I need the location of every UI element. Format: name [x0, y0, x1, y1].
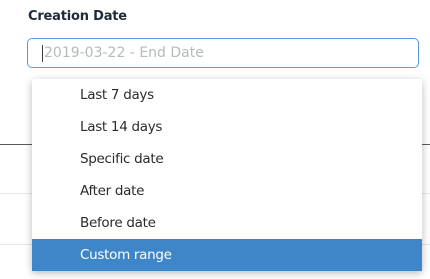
- option-after-date[interactable]: After date: [32, 175, 422, 207]
- date-option-dropdown: Last 7 days Last 14 days Specific date A…: [32, 79, 422, 271]
- option-before-date[interactable]: Before date: [32, 207, 422, 239]
- creation-date-filter: Creation Date 2019-03-22 - End Date Last…: [0, 0, 430, 279]
- option-last-7-days[interactable]: Last 7 days: [32, 79, 422, 111]
- option-custom-range[interactable]: Custom range: [32, 239, 422, 271]
- text-caret: [42, 45, 43, 62]
- date-range-input[interactable]: 2019-03-22 - End Date: [27, 38, 419, 68]
- option-last-14-days[interactable]: Last 14 days: [32, 111, 422, 143]
- date-range-input-value: 2019-03-22 - End Date: [44, 45, 204, 61]
- creation-date-label: Creation Date: [28, 9, 127, 24]
- option-specific-date[interactable]: Specific date: [32, 143, 422, 175]
